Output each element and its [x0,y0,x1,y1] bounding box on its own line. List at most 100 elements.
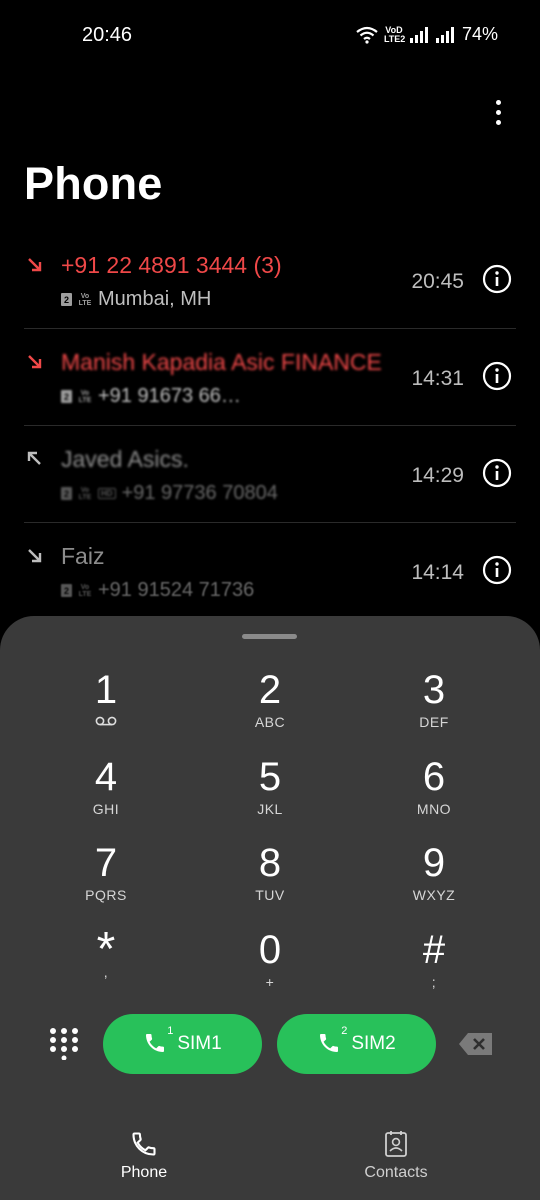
status-icons: VoD LTE2 74% [356,24,498,45]
call-log-row[interactable]: +91 22 4891 3444 (3) 2 Vo LTE Mumbai, MH … [0,232,540,329]
volte-icon: Vo LTE [78,389,92,404]
call-time: 14:29 [411,464,464,487]
sim2-superscript: 2 [341,1025,348,1037]
volte-indicator: VoD LTE2 [383,24,406,44]
call-name: Javed Asics. [61,446,189,472]
incoming-call-icon [28,549,42,563]
key-letters: TUV [255,887,285,903]
call-name: +91 22 4891 3444 (3) [61,252,282,278]
more-options-button[interactable] [484,96,512,128]
key-letters: JKL [257,801,283,817]
outgoing-call-icon [27,451,41,465]
drag-handle[interactable] [242,634,297,639]
phone-icon: 2 [317,1025,347,1057]
call-log-row[interactable]: Manish Kapadia Asic FINANCE 2 Vo LTE +91 … [0,329,540,426]
key-2[interactable]: 2 ABC [210,668,330,748]
page-title: Phone [24,158,163,209]
key-digit: 9 [422,841,446,885]
key-letters: ABC [254,714,286,730]
sim-indicator-icon: 2 [61,293,72,306]
info-icon[interactable] [482,361,512,391]
call-number: +91 97736 70804 [121,482,278,504]
phone-icon: 1 [143,1025,173,1057]
key-hash[interactable]: # ; [374,928,494,1008]
signal-sim2-icon [435,26,454,43]
call-log-list: +91 22 4891 3444 (3) 2 Vo LTE Mumbai, MH … [0,232,540,620]
call-time: 14:31 [411,367,464,390]
info-icon[interactable] [482,458,512,488]
call-detail: 2 Vo LTE HD +91 97736 70804 [61,482,278,505]
key-digit: 0 [258,928,282,972]
key-6[interactable]: 6 MNO [374,755,494,835]
key-letters: DEF [419,714,449,730]
volte-icon: Vo LTE [78,583,92,598]
key-letters: , [103,964,109,980]
call-sim1-button[interactable]: 1 SIM1 [103,1014,262,1074]
sim-indicator-icon: 2 [61,584,72,597]
sim-indicator-icon: 2 [61,390,72,403]
key-9[interactable]: 9 WXYZ [374,841,494,921]
call-number: +91 91524 71736 [98,579,255,601]
sim-indicator-icon: 2 [61,487,72,500]
backspace-icon[interactable] [458,1032,494,1056]
key-1[interactable]: 1 [46,668,166,748]
key-letters: + [265,974,275,990]
key-3[interactable]: 3 DEF [374,668,494,748]
call-location: Mumbai, MH [98,288,212,310]
key-letters: MNO [416,801,452,817]
call-time: 20:45 [411,270,464,293]
sim1-label: SIM1 [177,1033,222,1054]
call-log-row[interactable]: Javed Asics. 2 Vo LTE HD +91 97736 70804 … [0,426,540,523]
key-4[interactable]: 4 GHI [46,755,166,835]
key-digit: 1 [94,668,118,712]
nav-tab-phone[interactable]: Phone [74,1130,214,1182]
signal-sim1-icon [409,26,428,43]
sim2-label: SIM2 [351,1033,396,1054]
call-detail: 2 Vo LTE Mumbai, MH [61,288,211,311]
key-star[interactable]: * , [46,926,166,1008]
info-icon[interactable] [482,555,512,585]
nav-tab-contacts[interactable]: Contacts [326,1130,466,1182]
key-digit: 8 [258,841,282,885]
contacts-icon [385,1131,407,1157]
call-sim2-button[interactable]: 2 SIM2 [277,1014,436,1074]
key-digit: 2 [258,668,282,712]
call-number: +91 91673 66… [98,385,241,407]
missed-call-icon [28,355,42,369]
call-detail: 2 Vo LTE +91 91673 66… [61,385,241,408]
nav-label-contacts: Contacts [364,1164,428,1181]
sim1-superscript: 1 [167,1025,174,1037]
more-vert-icon [495,99,501,105]
key-digit: # [422,928,446,972]
volte-icon: Vo LTE [78,292,92,307]
nav-label-phone: Phone [120,1164,168,1181]
status-bar: 20:46 VoD LTE2 74% [0,0,540,70]
key-digit: 5 [258,755,282,799]
bottom-navigation: Phone Contacts [0,1116,540,1200]
info-icon[interactable] [482,264,512,294]
key-8[interactable]: 8 TUV [210,841,330,921]
key-letters: GHI [92,801,120,817]
key-7[interactable]: 7 PQRS [46,841,166,921]
key-digit: 7 [94,841,118,885]
key-5[interactable]: 5 JKL [210,755,330,835]
call-time: 14:14 [411,561,464,584]
missed-call-icon [28,258,42,272]
voicemail-icon [95,716,117,726]
key-0[interactable]: 0 + [210,928,330,1008]
volte-icon: Vo LTE [78,486,92,501]
dialpad-toggle-icon[interactable] [47,1026,81,1060]
call-log-row[interactable]: Faiz 2 Vo LTE +91 91524 71736 14:14 [0,523,540,620]
key-digit: 3 [422,668,446,712]
wifi-icon [356,26,378,44]
key-letters: WXYZ [412,887,456,903]
status-time: 20:46 [82,24,133,46]
call-detail: 2 Vo LTE +91 91524 71736 [61,579,254,602]
call-name: Manish Kapadia Asic FINANCE [61,349,382,375]
key-letters: ; [431,974,437,990]
phone-icon [132,1132,156,1156]
call-name: Faiz [61,543,105,569]
call-action-row: 1 SIM1 2 SIM2 [0,1014,540,1076]
key-digit: 6 [422,755,446,799]
battery-percent: 74% [461,24,498,44]
